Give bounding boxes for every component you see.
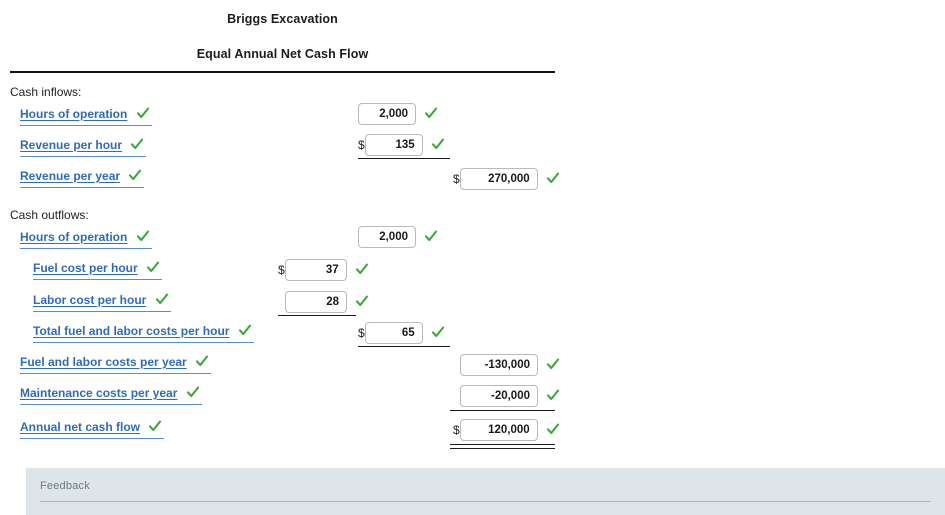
check-icon [136,106,150,120]
company-name: Briggs Excavation [227,12,338,26]
row-value-cell: $ [453,419,560,441]
grand-total-rule [450,444,555,449]
row-label-underline: Labor cost per hour [33,292,171,312]
amount-input[interactable] [460,354,538,376]
feedback-panel: Feedback [26,468,945,515]
row-label-link[interactable]: Total fuel and labor costs per hour [33,324,229,338]
amount-input[interactable] [285,291,347,313]
subtotal-rule [278,315,356,316]
table-row: Annual net cash flow $ [10,411,559,449]
row-label-underline: Hours of operation [20,106,152,126]
currency-symbol: $ [358,138,365,152]
table-row: Maintenance costs per year [10,380,560,411]
row-value-cell [460,385,560,407]
check-icon [130,137,144,151]
row-label-cell: Hours of operation [20,106,152,126]
row-value-cell: $ [358,322,445,344]
row-label-underline: Fuel and labor costs per year [20,354,212,374]
row-value-cell [358,226,438,248]
row-label-cell: Hours of operation [20,229,152,249]
row-label-link[interactable]: Revenue per year [20,169,120,183]
worksheet: Briggs Excavation Equal Annual Net Cash … [10,0,560,449]
row-label-underline: Hours of operation [20,229,152,249]
amount-input[interactable] [358,103,416,125]
row-label-cell: Fuel and labor costs per year [20,354,212,374]
row-value-cell: $ [453,168,560,190]
amount-input[interactable] [459,419,538,441]
cash-inflows-heading: Cash inflows: [10,85,82,99]
currency-symbol: $ [453,423,460,437]
table-row: Hours of operation [10,224,555,255]
row-label-underline: Fuel cost per hour [33,260,163,280]
row-label-cell: Maintenance costs per year [20,385,202,405]
check-icon [431,325,445,339]
table-row: Fuel cost per hour $ [10,255,555,287]
row-value-cell: $ [358,134,445,156]
row-label-link[interactable]: Annual net cash flow [20,420,140,434]
check-icon [546,422,560,436]
check-icon [195,354,209,368]
check-icon [546,171,560,185]
row-label-underline: Maintenance costs per year [20,385,202,405]
check-icon [238,323,252,337]
row-label-underline: Revenue per year [20,168,145,188]
table-row: Hours of operation [10,101,555,132]
feedback-divider [40,501,931,502]
table-row: Revenue per year $ [10,163,559,194]
check-icon [355,262,369,276]
row-label-underline: Revenue per hour [20,137,147,157]
feedback-label: Feedback [40,480,90,492]
row-label-cell: Labor cost per hour [33,292,171,312]
check-icon [128,168,142,182]
row-label-link[interactable]: Labor cost per hour [33,293,146,307]
table-row: Labor cost per hour [10,287,555,318]
check-icon [546,357,560,371]
statement-title: Equal Annual Net Cash Flow [196,47,369,61]
check-icon [424,229,438,243]
table-row: Fuel and labor costs per year [10,349,560,380]
row-value-cell [358,103,438,125]
row-label-cell: Revenue per year [20,168,145,188]
subtotal-rule [358,158,450,159]
row-label-link[interactable]: Hours of operation [20,230,127,244]
check-icon [424,106,438,120]
row-label-link[interactable]: Maintenance costs per year [20,386,177,400]
currency-symbol: $ [278,263,285,277]
check-icon [155,292,169,306]
row-label-underline: Total fuel and labor costs per hour [33,323,254,343]
amount-input[interactable] [460,385,538,407]
row-label-link[interactable]: Hours of operation [20,107,127,121]
amount-input[interactable] [358,226,416,248]
row-label-cell: Revenue per hour [20,137,147,157]
check-icon [355,294,369,308]
row-label-link[interactable]: Fuel cost per hour [33,261,138,275]
table-row: Total fuel and labor costs per hour $ [10,318,555,349]
cash-outflows-heading: Cash outflows: [10,208,89,222]
amount-input[interactable] [364,134,423,156]
currency-symbol: $ [453,172,460,186]
row-value-cell [285,291,369,313]
currency-symbol: $ [358,326,365,340]
table-row: Revenue per hour $ [10,132,555,163]
row-label-underline: Annual net cash flow [20,419,165,439]
amount-input[interactable] [364,322,423,344]
row-label-link[interactable]: Revenue per hour [20,138,122,152]
check-icon [186,385,200,399]
check-icon [431,137,445,151]
check-icon [546,388,560,402]
check-icon [146,260,160,274]
row-value-cell: $ [278,259,369,281]
row-label-cell: Annual net cash flow [20,419,165,439]
row-value-cell [460,354,560,376]
row-label-cell: Fuel cost per hour [33,260,163,280]
check-icon [136,229,150,243]
worksheet-title-block: Briggs Excavation Equal Annual Net Cash … [10,0,555,61]
row-label-cell: Total fuel and labor costs per hour [33,323,254,343]
amount-input[interactable] [284,259,347,281]
subtotal-rule [358,346,450,347]
row-label-link[interactable]: Fuel and labor costs per year [20,355,187,369]
check-icon [148,419,162,433]
amount-input[interactable] [459,168,538,190]
